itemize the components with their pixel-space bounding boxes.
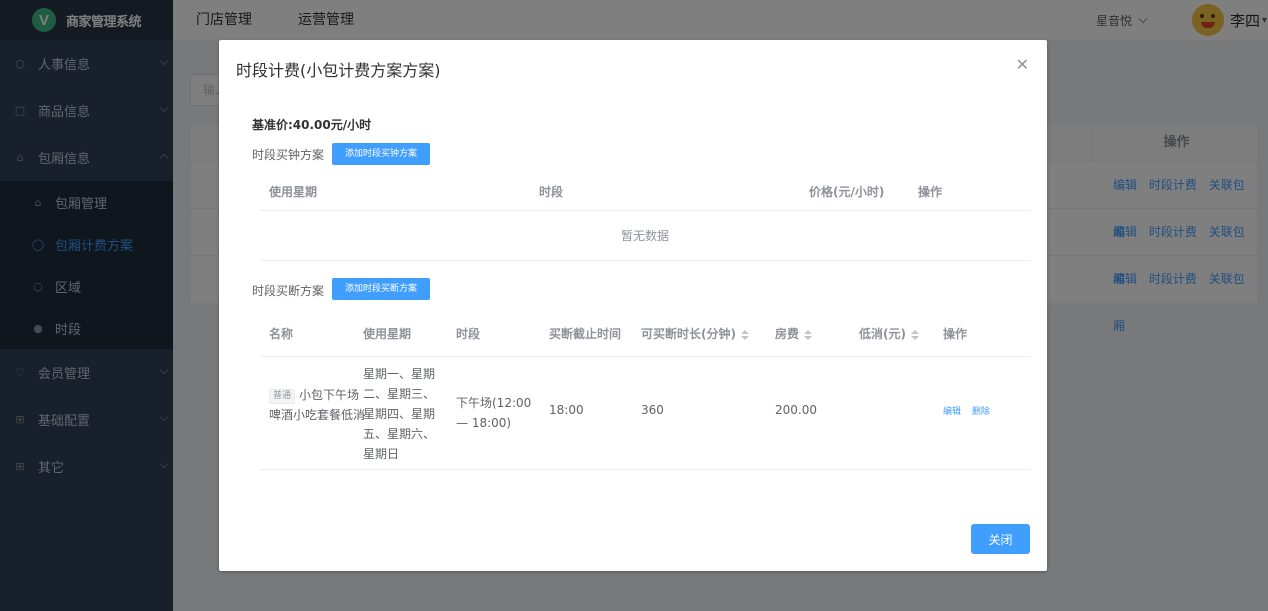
add-buyout-plan-button[interactable]: 添加时段买断方案 (332, 278, 431, 300)
base-price: 基准价:40.00元/小时 (252, 118, 372, 132)
column-header-name: 名称 (269, 327, 294, 341)
column-header-actions: 操作 (918, 185, 943, 199)
edit-link[interactable]: 编辑 (943, 407, 961, 417)
buyout-plan-table: 名称 使用星期 时段 买断截止时间 可买断时长(分钟) 房费 低消(元) 操作 … (260, 312, 1030, 470)
table-header: 名称 使用星期 时段 买断截止时间 可买断时长(分钟) 房费 低消(元) 操作 (260, 312, 1030, 357)
weekday-cell: 星期一、星期二、星期三、星期四、星期五、星期六、星期日 (363, 367, 436, 461)
table-row: 普通 小包下午场啤酒小吃套餐低消 星期一、星期二、星期三、星期四、星期五、星期六、… (260, 357, 1030, 470)
add-hourly-plan-button[interactable]: 添加时段买钟方案 (332, 143, 431, 165)
column-header-min-spend-label: 低消(元) (859, 327, 906, 341)
delete-link[interactable]: 删除 (972, 407, 990, 417)
duration-cell: 360 (641, 403, 664, 417)
sort-icon[interactable] (910, 329, 919, 340)
period-billing-dialog: 时段计费(小包计费方案方案) ✕ 基准价:40.00元/小时 时段买钟方案 添加… (219, 40, 1047, 571)
plan-name-cell: 普通 小包下午场啤酒小吃套餐低消 (269, 385, 369, 425)
close-button[interactable]: 关闭 (971, 524, 1030, 554)
sort-icon[interactable] (740, 329, 749, 340)
column-header-fee-label: 房费 (775, 327, 800, 341)
column-header-fee[interactable]: 房费 (775, 312, 813, 357)
buyout-plan-label: 时段买断方案 (252, 284, 325, 298)
column-header-weekday: 使用星期 (269, 185, 318, 199)
hourly-plan-table: 使用星期 时段 价格(元/小时) 操作 暂无数据 (260, 174, 1030, 261)
row-actions: 编辑 删除 (943, 404, 998, 417)
plan-tag: 普通 (269, 389, 296, 404)
close-icon[interactable]: ✕ (1016, 55, 1029, 74)
column-header-period: 时段 (539, 185, 564, 199)
column-header-period: 时段 (456, 327, 481, 341)
hourly-plan-label: 时段买钟方案 (252, 148, 325, 162)
column-header-cutoff: 买断截止时间 (549, 327, 622, 341)
dialog-title: 时段计费(小包计费方案方案) (236, 61, 441, 80)
fee-cell: 200.00 (775, 403, 817, 417)
column-header-duration[interactable]: 可买断时长(分钟) (641, 312, 749, 357)
sort-icon[interactable] (804, 329, 813, 340)
cutoff-cell: 18:00 (549, 403, 584, 417)
column-header-price: 价格(元/小时) (809, 185, 885, 199)
column-header-duration-label: 可买断时长(分钟) (641, 327, 736, 341)
empty-placeholder: 暂无数据 (260, 211, 1030, 261)
period-cell: 下午场(12:00 — 18:00) (456, 396, 532, 430)
column-header-weekday: 使用星期 (363, 327, 412, 341)
column-header-min-spend[interactable]: 低消(元) (859, 312, 919, 357)
table-header: 使用星期 时段 价格(元/小时) 操作 (260, 174, 1030, 211)
column-header-actions: 操作 (943, 327, 968, 341)
